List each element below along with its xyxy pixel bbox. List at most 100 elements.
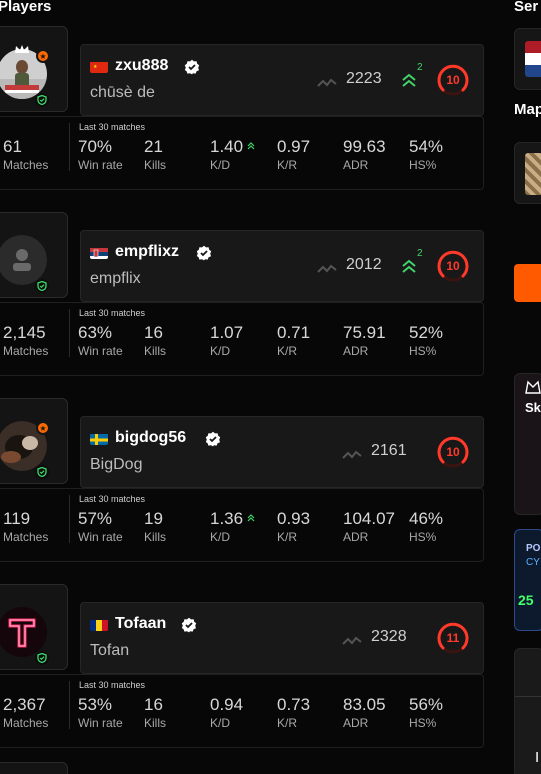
player-nickname[interactable]: zxu888 [115,57,168,75]
double-up-arrow-icon [401,72,417,88]
elo-trend-icon [317,75,337,87]
elo-value: 2328 [371,628,407,645]
stat-matches: 2,367 Matches [3,695,49,730]
stat-matches: 2,145 Matches [3,323,49,358]
divider [69,123,70,171]
elo-value: 2161 [371,442,407,459]
netherlands-flag-icon [525,41,541,77]
sweden-flag-icon [90,433,108,445]
orange-action-button[interactable] [514,264,541,302]
elo-trend-icon [317,261,337,273]
stat-kills: 16 Kills [144,323,167,358]
elo-trend-icon [342,633,362,645]
stat-win-rate: 70% Win rate [78,137,123,172]
promo-text: Sk [525,400,541,415]
stat-matches: 61 Matches [3,137,49,172]
player-real-name: Tofan [90,642,130,659]
promo-card-2[interactable]: PO CY 25 [514,529,541,631]
player-real-name: empflix [90,270,141,287]
stat-kr: 0.97 K/R [277,137,311,172]
player-header[interactable]: Tofaan Tofan 2328 11 [80,602,484,674]
divider [69,681,70,729]
last-matches-label: Last 30 matches [79,680,146,690]
skill-level-number: 10 [446,259,460,273]
stat-hs: 54% HS% [409,137,444,172]
player-header[interactable]: ★ zxu888 chūsè de 2223 2 10 [80,44,484,116]
stats-panel: Last 30 matches 119 Matches 57% Win rate 1… [0,488,484,562]
kd-up-icon [247,142,255,150]
avatar-frame [0,584,68,670]
stat-win-rate: 53% Win rate [78,695,123,730]
player-nickname[interactable]: bigdog56 [115,429,186,447]
stat-win-rate: 57% Win rate [78,509,123,544]
player-header[interactable]: bigdog56 BigDog 2161 10 [80,416,484,488]
stat-kills: 16 Kills [144,695,167,730]
stat-kd: 1.36 K/D [210,509,255,544]
verified-shield-icon [35,279,49,293]
verified-check-icon [205,431,221,447]
last-matches-label: Last 30 matches [79,308,146,318]
player-header[interactable]: empflixz empflix 2012 2 10 [80,230,484,302]
verified-check-icon [181,617,197,633]
player-real-name: BigDog [90,456,143,473]
player-real-name: chūsè de [90,84,155,101]
divider [69,309,70,357]
stat-adr: 83.05 ADR [343,695,386,730]
avatar[interactable] [0,607,47,657]
last-matches-label: Last 30 matches [79,494,146,504]
players-section-title: Players [0,0,52,15]
premium-badge-icon: ★ [36,49,50,63]
skill-level-number: 10 [446,445,460,459]
stat-kills: 19 Kills [144,509,167,544]
player-nickname[interactable]: empflixz [115,243,179,261]
last-matches-label: Last 30 matches [79,122,146,132]
kd-up-icon [247,514,255,522]
skin-icon [525,380,541,394]
china-flag-icon: ★ [90,61,108,73]
elo-value: 2012 [346,256,382,273]
elo-change: 2 [417,62,423,73]
panel-text: I [535,749,540,766]
avatar-frame: ★ [0,26,68,112]
avatar-frame [0,212,68,298]
promo-line-1: PO [526,543,541,554]
promo-value: 25 [518,592,534,608]
stat-hs: 56% HS% [409,695,444,730]
skill-level-number: 10 [446,73,460,87]
avatar-frame [0,762,68,774]
stat-kills: 21 Kills [144,137,167,172]
serbia-flag-icon [90,247,108,259]
verified-shield-icon [35,93,49,107]
elo-value: 2223 [346,70,382,87]
premium-badge-icon: ★ [36,421,50,435]
avatar-frame: ★ [0,398,68,484]
verified-shield-icon [35,465,49,479]
avatar[interactable] [0,235,47,285]
elo-change: 2 [417,248,423,259]
stat-adr: 75.91 ADR [343,323,386,358]
stat-hs: 46% HS% [409,509,444,544]
server-card[interactable] [514,28,541,90]
map-thumbnail [525,153,541,195]
stat-win-rate: 63% Win rate [78,323,123,358]
stats-panel: Last 30 matches 2,367 Matches 53% Win rate… [0,674,484,748]
bottom-panel: I [514,648,541,774]
stat-adr: 104.07 ADR [343,509,395,544]
stats-panel: Last 30 matches 61 Matches 70% Win rate 21… [0,116,484,190]
skill-level-number: 11 [446,631,460,645]
player-nickname[interactable]: Tofaan [115,615,166,633]
map-card[interactable] [514,142,541,204]
stat-kr: 0.71 K/R [277,323,311,358]
maps-section-title: Map [514,101,541,118]
stat-kr: 0.73 K/R [277,695,311,730]
stat-kr: 0.93 K/R [277,509,311,544]
double-up-arrow-icon [401,258,417,274]
verified-shield-icon [35,651,49,665]
stat-kd: 0.94 K/D [210,695,244,730]
panel-divider [515,696,541,697]
stat-kd: 1.40 K/D [210,137,255,172]
promo-card[interactable]: Sk [514,373,541,515]
verified-check-icon [184,59,200,75]
stat-adr: 99.63 ADR [343,137,386,172]
stat-kd: 1.07 K/D [210,323,244,358]
